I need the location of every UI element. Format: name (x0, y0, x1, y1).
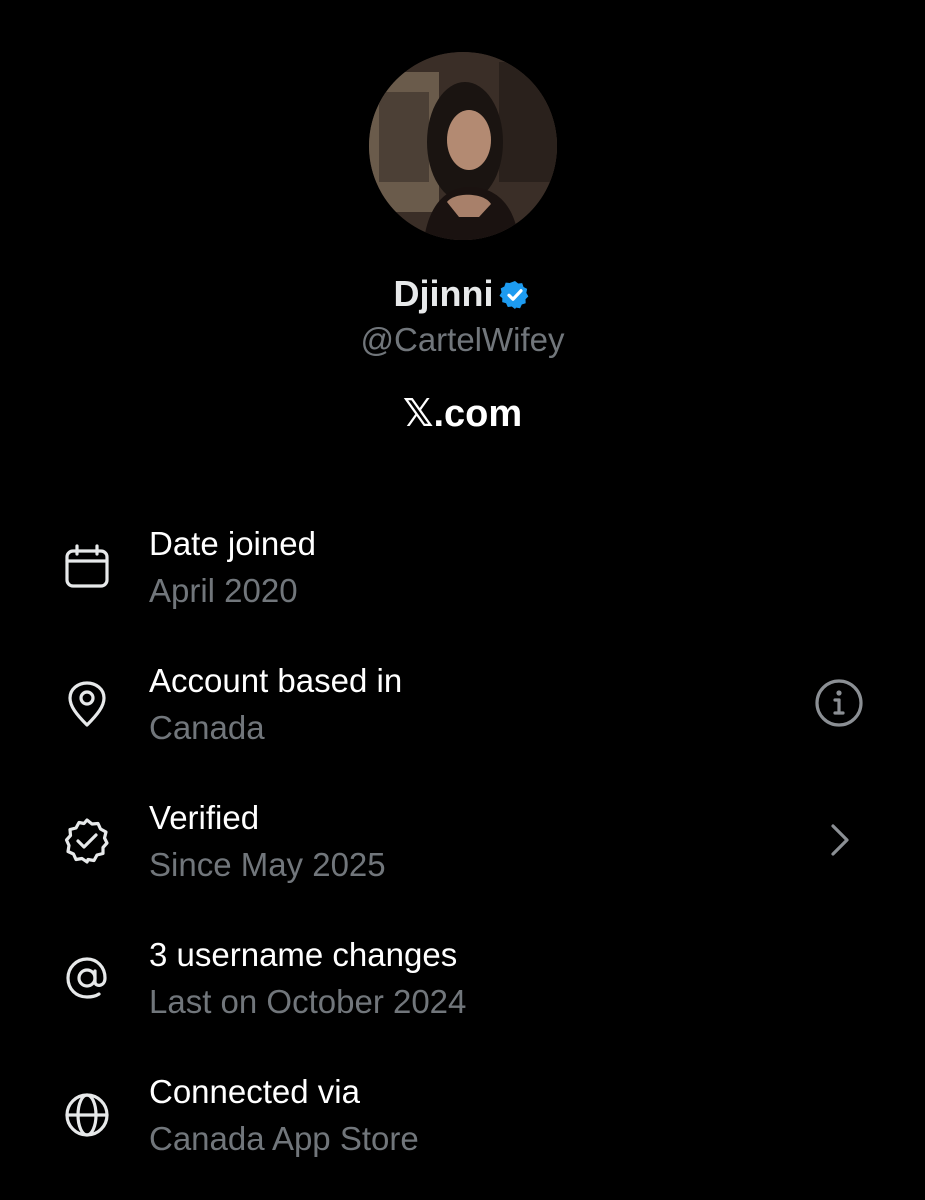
display-name-row: Djinni (0, 270, 925, 318)
info-row-title: 3 username changes (149, 936, 458, 973)
info-row-title: Verified (149, 799, 260, 836)
info-row-value: Since May 2025 (149, 846, 386, 883)
info-row-value: Canada (149, 709, 265, 746)
verified-badge-outline-icon (64, 818, 109, 864)
info-icon[interactable] (812, 676, 866, 730)
calendar-icon (65, 544, 109, 588)
info-row-username-changes: 3 username changes Last on October 2024 (0, 923, 925, 1060)
info-row-value: Last on October 2024 (149, 983, 467, 1020)
info-row-value: April 2020 (149, 572, 298, 609)
info-row-title: Account based in (149, 662, 403, 699)
globe-icon (65, 1093, 109, 1137)
info-row-value: Canada App Store (149, 1120, 419, 1157)
chevron-right-icon[interactable] (812, 813, 866, 867)
at-sign-icon (66, 957, 107, 999)
info-row-date-joined: Date joined April 2020 (0, 512, 925, 649)
account-info-list: Date joined April 2020 Account based in … (0, 512, 925, 1197)
avatar-photo (369, 52, 557, 240)
info-row-title: Connected via (149, 1073, 360, 1110)
info-row-title: Date joined (149, 525, 316, 562)
location-pin-icon (68, 681, 106, 727)
info-row-connected-via: Connected via Canada App Store (0, 1060, 925, 1197)
platform-label: 𝕏.com (402, 393, 523, 435)
username-handle: @CartelWifey (360, 321, 565, 358)
info-row-account-location: Account based in Canada (0, 649, 925, 786)
verified-badge-icon[interactable] (499, 279, 531, 311)
display-name: Djinni (393, 273, 494, 314)
info-row-verified[interactable]: Verified Since May 2025 (0, 786, 925, 923)
avatar[interactable] (369, 52, 557, 240)
